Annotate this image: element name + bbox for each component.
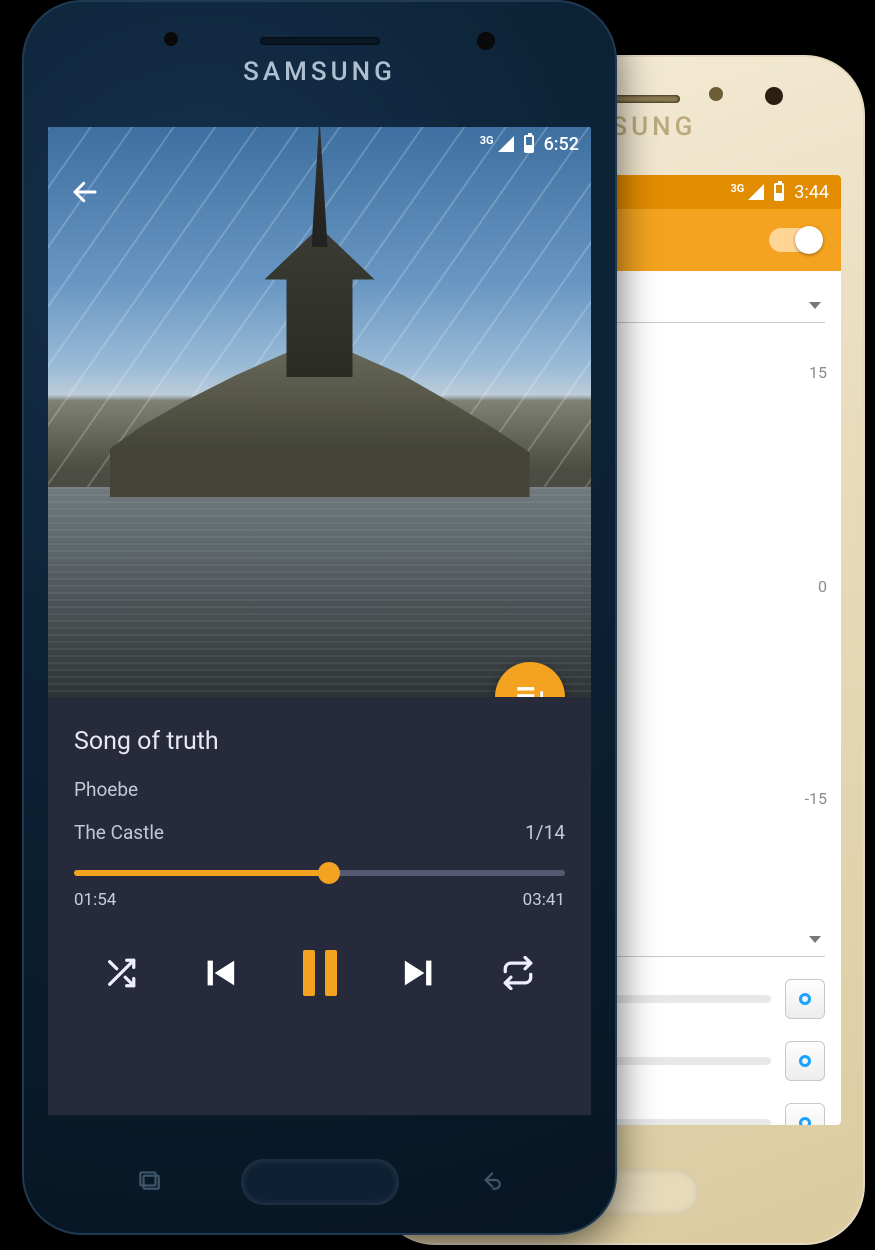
song-title: Song of truth	[74, 727, 565, 756]
device-frame-player: SAMSUNG 3G 6:52	[22, 0, 617, 1235]
battery-icon	[774, 183, 784, 201]
effect-reset-button[interactable]	[785, 1041, 825, 1081]
speaker-grille	[260, 37, 380, 45]
status-bar: 3G 6:52	[48, 127, 591, 161]
castle-illustration	[110, 247, 530, 497]
reset-icon	[799, 993, 811, 1005]
scale-min: -15	[805, 789, 827, 808]
sensor-dot	[164, 32, 178, 46]
repeat-button[interactable]	[501, 956, 535, 990]
scale-max: 15	[809, 363, 827, 382]
recent-apps-icon	[134, 1167, 164, 1193]
device-brand: SAMSUNG	[24, 57, 615, 87]
toggle-knob	[795, 226, 823, 254]
front-camera	[477, 32, 495, 50]
time-row: 01:54 03:41	[74, 890, 565, 910]
network-label: 3G	[480, 134, 494, 147]
seek-bar[interactable]	[74, 870, 565, 876]
status-time: 6:52	[544, 134, 579, 155]
hw-back-button[interactable]	[475, 1167, 505, 1193]
seek-thumb[interactable]	[318, 862, 340, 884]
scale-mid: 0	[818, 577, 827, 596]
signal-icon	[748, 184, 764, 200]
play-pause-button[interactable]	[303, 950, 337, 996]
equalizer-toggle[interactable]	[769, 228, 821, 252]
playlist-icon	[513, 680, 547, 697]
repeat-icon	[501, 956, 535, 990]
scale-ticks: 15 0 -15	[777, 369, 827, 799]
time-elapsed: 01:54	[74, 890, 116, 910]
recent-apps-button[interactable]	[134, 1167, 164, 1193]
effect-reset-button[interactable]	[785, 979, 825, 1019]
chevron-down-icon	[809, 302, 821, 309]
effect-reset-button[interactable]	[785, 1103, 825, 1125]
back-icon	[475, 1167, 505, 1193]
front-camera	[765, 87, 783, 105]
reset-icon	[799, 1117, 811, 1125]
battery-icon	[524, 135, 534, 153]
previous-button[interactable]	[199, 952, 242, 995]
water-reflection	[48, 487, 591, 697]
next-button[interactable]	[398, 952, 441, 995]
reset-icon	[799, 1055, 811, 1067]
signal-icon	[498, 136, 514, 152]
skip-next-icon	[398, 952, 441, 995]
seek-progress	[74, 870, 329, 876]
sensor-dot	[709, 87, 723, 101]
time-duration: 03:41	[523, 890, 565, 910]
now-playing-info: Song of truth Phoebe The Castle 1/14 01:…	[48, 697, 591, 996]
artist-name: Phoebe	[74, 778, 565, 801]
back-button[interactable]	[70, 177, 100, 207]
album-row: The Castle 1/14	[74, 821, 565, 844]
track-index: 1/14	[525, 821, 565, 844]
shuffle-icon	[104, 956, 138, 990]
shuffle-button[interactable]	[104, 956, 138, 990]
album-name: The Castle	[74, 821, 164, 844]
pause-icon	[303, 950, 337, 996]
home-button[interactable]	[241, 1159, 399, 1205]
album-art	[48, 127, 591, 697]
skip-previous-icon	[199, 952, 242, 995]
status-time: 3:44	[794, 182, 829, 203]
network-label: 3G	[730, 182, 744, 195]
chevron-down-icon	[809, 936, 821, 943]
player-screen: 3G 6:52 Song o	[48, 127, 591, 1115]
arrow-left-icon	[70, 177, 100, 207]
playback-controls	[74, 910, 565, 996]
